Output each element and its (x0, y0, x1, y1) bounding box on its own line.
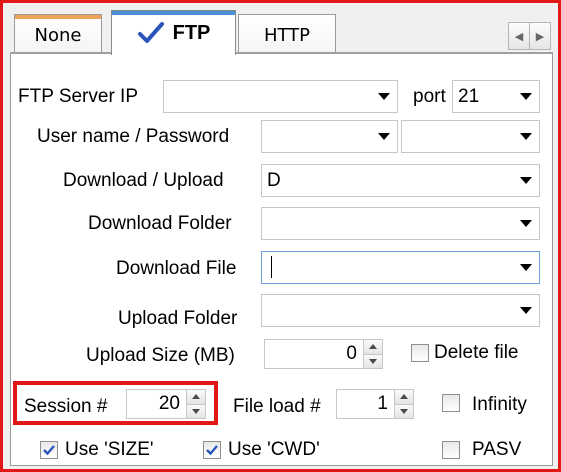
port-value: 21 (458, 85, 480, 107)
pasv-checkbox[interactable] (442, 441, 460, 459)
ftp-server-ip-combobox[interactable] (163, 80, 398, 113)
arrow-up-icon (369, 344, 377, 350)
infinity-label: Infinity (472, 394, 527, 415)
use-cwd-checkbox[interactable] (203, 441, 221, 459)
chevron-down-icon[interactable] (513, 208, 539, 239)
checkmark-icon (43, 445, 55, 456)
arrow-down-icon (400, 408, 408, 414)
chevron-down-icon[interactable] (513, 252, 539, 283)
use-size-label: Use 'SIZE' (65, 439, 154, 460)
spin-down-button[interactable] (395, 403, 413, 418)
spin-up-button[interactable] (364, 340, 382, 354)
password-combobox[interactable] (401, 120, 540, 153)
tab-scroll-right-button[interactable]: ▶ (529, 22, 551, 50)
upload-folder-combobox[interactable] (261, 294, 540, 327)
download-folder-combobox[interactable] (261, 207, 540, 240)
check-icon (137, 22, 164, 43)
chevron-down-icon[interactable] (371, 121, 397, 152)
upload-folder-label: Upload Folder (118, 308, 238, 329)
download-file-combobox[interactable] (261, 251, 540, 284)
spin-up-button[interactable] (395, 390, 413, 404)
download-file-value (262, 256, 513, 279)
direction-label: Download / Upload (63, 170, 224, 191)
download-file-label: Download File (116, 258, 237, 279)
chevron-down-icon[interactable] (513, 81, 539, 112)
delete-file-label: Delete file (434, 342, 519, 363)
session-highlight-box (13, 381, 218, 425)
upload-size-spin-buttons (363, 340, 382, 368)
delete-file-checkbox[interactable] (411, 344, 429, 362)
tab-none[interactable]: None (14, 14, 102, 56)
use-size-checkbox[interactable] (40, 441, 58, 459)
arrow-left-icon: ◀ (514, 29, 524, 43)
upload-size-value: 0 (346, 343, 357, 364)
chevron-down-icon[interactable] (513, 121, 539, 152)
arrow-up-icon (400, 394, 408, 400)
download-folder-label: Download Folder (88, 213, 232, 234)
file-load-spin-buttons (394, 390, 413, 418)
chevron-down-icon[interactable] (513, 165, 539, 196)
port-label: port (413, 86, 446, 107)
tab-ftp-label: FTP (172, 21, 211, 44)
tab-none-label: None (34, 25, 82, 46)
arrow-right-icon: ▶ (535, 29, 545, 43)
upload-size-label: Upload Size (MB) (86, 345, 235, 366)
port-combobox[interactable]: 21 (452, 80, 540, 113)
tab-none-accent (15, 15, 101, 19)
text-cursor (271, 256, 272, 279)
tab-ftp[interactable]: FTP (111, 10, 236, 55)
pasv-label: PASV (472, 439, 522, 460)
arrow-down-icon (369, 358, 377, 364)
ftp-server-ip-label: FTP Server IP (18, 86, 139, 107)
infinity-checkbox[interactable] (442, 394, 460, 412)
tab-ftp-accent (112, 11, 235, 15)
upload-size-spinner[interactable]: 0 (264, 339, 383, 369)
file-load-spinner[interactable]: 1 (336, 389, 414, 419)
spin-down-button[interactable] (364, 353, 382, 368)
credentials-label: User name / Password (37, 126, 230, 147)
file-load-value: 1 (377, 393, 388, 414)
file-load-label: File load # (233, 396, 321, 417)
username-combobox[interactable] (261, 120, 398, 153)
use-cwd-label: Use 'CWD' (228, 439, 320, 460)
chevron-down-icon[interactable] (371, 81, 397, 112)
checkmark-icon (206, 445, 218, 456)
tab-scroll-left-button[interactable]: ◀ (508, 22, 530, 50)
direction-combobox[interactable]: D (261, 164, 540, 197)
chevron-down-icon[interactable] (513, 295, 539, 326)
tab-http-label: HTTP (263, 25, 311, 46)
direction-value: D (267, 169, 281, 191)
tab-http[interactable]: HTTP (238, 14, 336, 56)
